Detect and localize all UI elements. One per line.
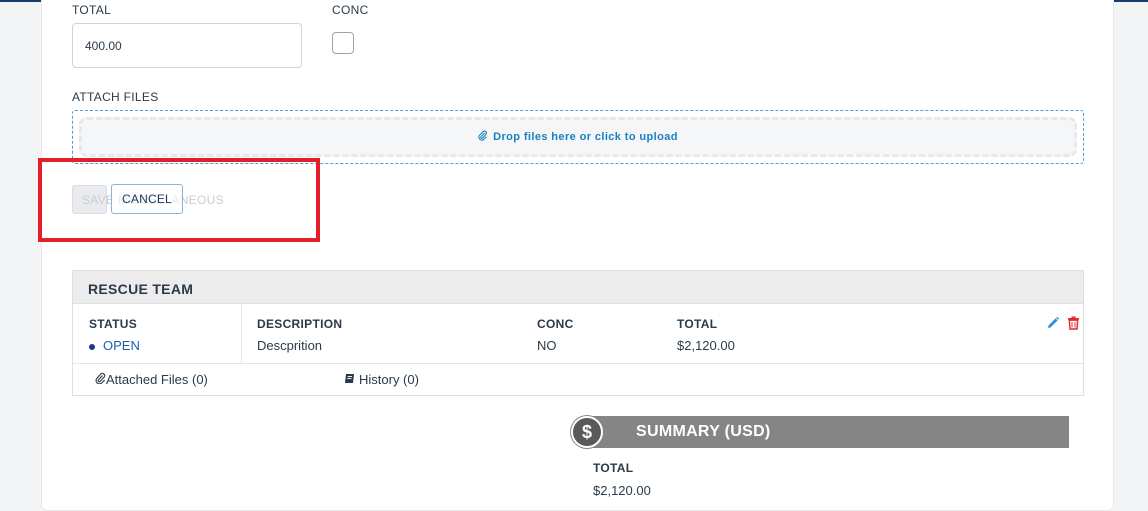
attached-files-text: Attached Files (0) [106, 372, 208, 387]
total-label: TOTAL [72, 3, 112, 17]
dollar-icon: $ [571, 416, 603, 448]
summary-header: SUMMARY (USD) [585, 416, 1069, 448]
status-value: OPEN [103, 338, 140, 353]
status-dot-icon [89, 343, 95, 350]
summary-total-label: TOTAL [593, 461, 634, 475]
rescue-team-panel: RESCUE TEAM STATUS OPEN DESCRIPTION Desc… [72, 270, 1084, 396]
total-input[interactable]: 400.00 [72, 23, 302, 68]
rescue-team-footer: Attached Files (0) History (0) [73, 364, 1083, 395]
attached-files-link[interactable]: Attached Files (0) [95, 372, 208, 387]
paperclip-icon [478, 130, 488, 144]
status-cell: OPEN [89, 338, 140, 353]
dropzone-area[interactable]: Drop files here or click to upload [79, 117, 1077, 157]
conc-checkbox[interactable] [332, 32, 354, 54]
book-icon [344, 372, 355, 387]
description-header: DESCRIPTION [257, 317, 343, 331]
edit-pencil-icon[interactable] [1046, 316, 1060, 330]
total-value: $2,120.00 [677, 338, 735, 353]
conc-label: CONC [332, 3, 369, 17]
attach-files-label: ATTACH FILES [72, 90, 159, 104]
paperclip-icon [95, 372, 106, 387]
rescue-team-title: RESCUE TEAM [73, 271, 1083, 304]
delete-trash-icon[interactable] [1067, 316, 1080, 330]
history-link[interactable]: History (0) [344, 372, 419, 387]
conc-header: CONC [537, 317, 574, 331]
file-dropzone[interactable]: Drop files here or click to upload [72, 110, 1084, 164]
description-value: Descprition [257, 338, 323, 353]
conc-value: NO [537, 338, 557, 353]
column-divider [241, 304, 242, 364]
table-row: STATUS OPEN DESCRIPTION Descprition CONC… [73, 304, 1083, 364]
history-text: History (0) [359, 372, 419, 387]
summary-total-value: $2,120.00 [593, 483, 651, 498]
status-header: STATUS [89, 317, 138, 331]
total-header: TOTAL [677, 317, 718, 331]
dropzone-text: Drop files here or click to upload [493, 131, 678, 143]
highlight-box [38, 158, 320, 242]
